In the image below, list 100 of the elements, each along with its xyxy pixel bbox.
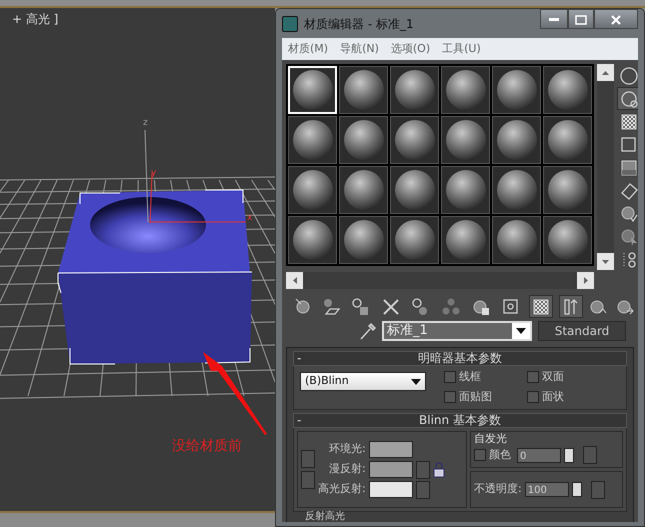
spinner-arrows[interactable]: [564, 448, 574, 462]
square-icon: [619, 134, 638, 154]
menu-item[interactable]: 材质(M): [288, 40, 328, 58]
scroll-right-button[interactable]: [577, 272, 594, 289]
sphere-cursor-icon: [619, 226, 638, 246]
caret-icon: [516, 327, 526, 335]
sample-slot[interactable]: [390, 66, 439, 114]
sample-slot[interactable]: [441, 116, 490, 164]
sample-slot[interactable]: [492, 66, 541, 114]
sample-slot[interactable]: [543, 116, 592, 164]
spinner-arrows[interactable]: [572, 482, 582, 497]
axis-label: z: [143, 118, 148, 128]
minimize-button[interactable]: [540, 9, 568, 29]
toolbar-button[interactable]: [617, 87, 638, 110]
maximize-icon: [575, 14, 587, 25]
sample-slot[interactable]: [441, 216, 490, 264]
rollout-title: 明暗器基本参数: [417, 352, 503, 365]
sphere-preview: [344, 120, 384, 160]
rollout-title: Blinn 基本参数: [418, 414, 502, 427]
color-label: 高光反射:: [318, 481, 366, 498]
sphere-preview: [394, 170, 434, 210]
sphere-icon: [619, 66, 638, 86]
rollout-header[interactable]: - Blinn 基本参数: [293, 413, 627, 428]
color-swatch[interactable]: [368, 461, 413, 478]
sample-slot[interactable]: [339, 116, 388, 164]
sphere-preview: [292, 120, 332, 160]
x-icon: [381, 296, 401, 316]
sphere-cube-icon: [351, 296, 371, 316]
spheres-icon: [441, 296, 461, 316]
caret-icon: [411, 378, 421, 386]
sample-slot[interactable]: [339, 166, 388, 214]
menu-item[interactable]: 工具(U): [442, 40, 481, 58]
checkbox-label: 线框: [459, 369, 481, 385]
sphere-preview: [548, 120, 588, 160]
checkbox[interactable]: [444, 390, 456, 403]
sample-slot[interactable]: [288, 116, 337, 164]
sample-slot[interactable]: [390, 116, 439, 164]
spinner-field[interactable]: 100: [524, 482, 569, 497]
sample-slot[interactable]: [288, 166, 337, 214]
sample-slot[interactable]: [288, 216, 337, 264]
right-arrow-icon: [584, 277, 588, 284]
sphere-preview: [548, 220, 588, 260]
menu-item[interactable]: 导航(N): [340, 40, 379, 58]
left-arrow-icon: [292, 277, 296, 284]
sphere-preview: [496, 70, 536, 110]
scroll-left-button[interactable]: [286, 272, 303, 289]
checkbox[interactable]: [527, 390, 539, 403]
gradient-square-icon: [619, 158, 638, 178]
sample-slot[interactable]: [390, 216, 439, 264]
sphere-preview: [292, 220, 332, 260]
sample-slot[interactable]: [339, 216, 388, 264]
material-name-field[interactable]: 标准_1: [382, 321, 532, 341]
rollout-title: 反射高光: [304, 512, 346, 522]
sphere-preview: [344, 170, 384, 210]
lock-icon: [432, 462, 445, 478]
color-swatch[interactable]: [368, 481, 413, 498]
sample-slot[interactable]: [441, 66, 490, 114]
color-swatch[interactable]: [368, 441, 413, 458]
group-title: 自发光: [474, 432, 508, 446]
scroll-down-button[interactable]: [597, 253, 614, 270]
sphere-preview: [496, 170, 536, 210]
sample-slot[interactable]: [492, 166, 541, 214]
close-icon: [611, 14, 621, 25]
down-arrow-icon: [602, 260, 609, 264]
checkbox[interactable]: [527, 371, 539, 384]
material-type-button[interactable]: Standard: [538, 321, 626, 341]
sphere-preview: [548, 70, 588, 110]
menu-item[interactable]: 选项(O): [390, 40, 430, 58]
toolbar-button[interactable]: [559, 295, 583, 318]
sample-slot[interactable]: [543, 166, 592, 214]
sphere-preview: [446, 70, 486, 110]
close-button[interactable]: [594, 9, 638, 29]
sphere-preview: [446, 170, 486, 210]
rollout-header[interactable]: - 明暗器基本参数: [293, 351, 627, 366]
checkbox[interactable]: [444, 371, 456, 384]
color-label: 漫反射:: [329, 461, 366, 478]
sample-slot[interactable]: [492, 216, 541, 264]
sphere-preview: [344, 220, 384, 260]
toolbar-button[interactable]: [529, 295, 553, 318]
window-title: 材质编辑器 - 标准_1: [304, 16, 414, 32]
checkbox[interactable]: [474, 449, 486, 461]
minimize-icon: [549, 18, 559, 22]
sample-slot[interactable]: [390, 166, 439, 214]
sample-slot[interactable]: [339, 66, 388, 114]
scroll-up-button[interactable]: [597, 64, 614, 81]
app-icon: [282, 16, 298, 32]
sphere-preview: [344, 70, 384, 110]
sample-slot[interactable]: [543, 216, 592, 264]
maximize-button[interactable]: [568, 9, 594, 29]
sample-slot[interactable]: [543, 66, 592, 114]
sample-slot[interactable]: [492, 116, 541, 164]
sample-slot[interactable]: [441, 166, 490, 214]
sphere-preview: [394, 220, 434, 260]
sphere-preview: [496, 120, 536, 160]
shader-dropdown[interactable]: (B)Blinn: [300, 372, 426, 391]
checkbox-label: 面贴图: [459, 388, 492, 404]
annotation-text: 没给材质前: [172, 438, 242, 454]
up-arrow-icon: [602, 70, 609, 74]
sphere-preview: [496, 220, 536, 260]
spinner-field[interactable]: 0: [517, 448, 561, 462]
